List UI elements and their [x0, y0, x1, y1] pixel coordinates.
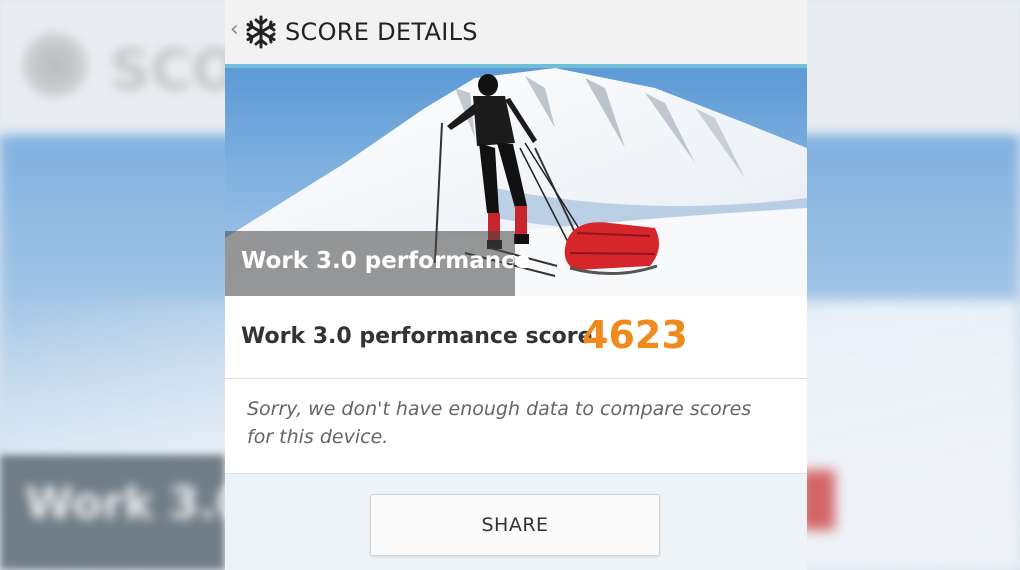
hero-image: Work 3.0 performance 3.0: [225, 68, 807, 296]
comparison-note: Sorry, we don't have enough data to comp…: [225, 379, 807, 474]
score-details-panel: ‹ SCORE DETAILS Work 3.0 performance 3.0…: [225, 0, 807, 570]
blurred-title: SCO: [110, 38, 240, 103]
app-bar: ‹ SCORE DETAILS: [225, 0, 807, 64]
score-value: 4623: [582, 313, 688, 357]
blurred-caption: Work 3.0: [25, 478, 247, 529]
comparison-note-text: Sorry, we don't have enough data to comp…: [247, 398, 752, 448]
actions-footer: SHARE: [225, 474, 807, 570]
share-button[interactable]: SHARE: [370, 494, 660, 556]
back-chevron-icon[interactable]: ‹: [230, 16, 239, 44]
score-row: Work 3.0 performance score 4623: [225, 296, 807, 379]
page-title: SCORE DETAILS: [285, 18, 478, 46]
hero-title: Work 3.0 performance: [241, 248, 531, 274]
hero-version-badge: 3.0: [509, 253, 527, 266]
score-label: Work 3.0 performance score: [241, 324, 593, 349]
blurred-logo: [20, 30, 90, 100]
snowflake-logo-icon[interactable]: [243, 14, 279, 50]
